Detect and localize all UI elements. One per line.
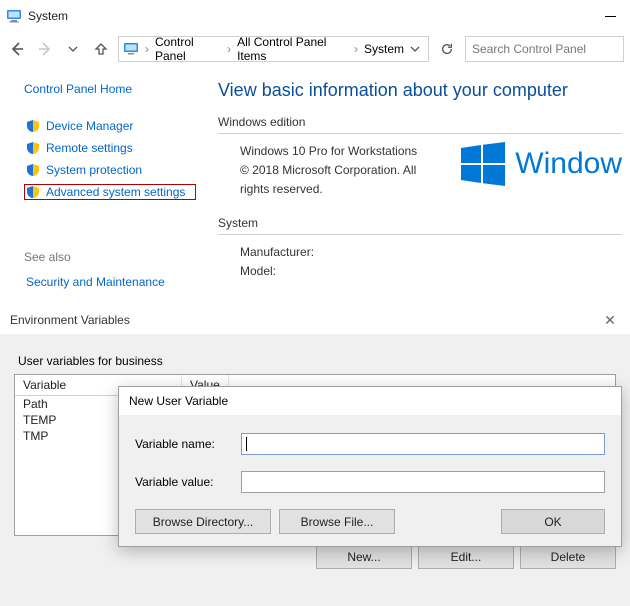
- navigation-bar: › Control Panel › All Control Panel Item…: [0, 32, 630, 66]
- nav-back-button[interactable]: [6, 38, 28, 60]
- refresh-button[interactable]: [435, 37, 459, 61]
- sidebar-item-label: Device Manager: [46, 119, 133, 133]
- chevron-right-icon: ›: [223, 42, 235, 56]
- variable-name-label: Variable name:: [135, 437, 231, 451]
- sidebar-item-label: Remote settings: [46, 141, 133, 155]
- system-icon: [6, 8, 22, 24]
- breadcrumb-dropdown[interactable]: [406, 44, 424, 54]
- ok-button[interactable]: OK: [501, 509, 605, 534]
- new-button[interactable]: New...: [316, 544, 412, 569]
- sidebar-item-label: Advanced system settings: [46, 185, 185, 199]
- shield-icon: [26, 185, 40, 199]
- sidebar-item-security-maintenance[interactable]: Security and Maintenance: [24, 274, 196, 290]
- breadcrumb-item[interactable]: Control Panel: [155, 36, 221, 62]
- shield-icon: [26, 141, 40, 155]
- browse-file-button[interactable]: Browse File...: [279, 509, 395, 534]
- sidebar-item-label: System protection: [46, 163, 142, 177]
- new-user-variable-dialog: New User Variable Variable name: Variabl…: [118, 386, 622, 547]
- shield-icon: [26, 163, 40, 177]
- window-title: System: [28, 9, 68, 23]
- browse-directory-button[interactable]: Browse Directory...: [135, 509, 271, 534]
- env-dialog-title: Environment Variables: [10, 313, 130, 327]
- chevron-right-icon: ›: [141, 42, 153, 56]
- dialog-title: New User Variable: [119, 387, 621, 415]
- user-variables-heading: User variables for business: [18, 354, 616, 368]
- control-panel-home-link[interactable]: Control Panel Home: [24, 82, 196, 96]
- sidebar-item-device-manager[interactable]: Device Manager: [24, 118, 196, 134]
- edit-button[interactable]: Edit...: [418, 544, 514, 569]
- address-breadcrumb[interactable]: › Control Panel › All Control Panel Item…: [118, 36, 429, 62]
- nav-forward-button[interactable]: [34, 38, 56, 60]
- system-heading: System: [218, 216, 622, 230]
- windows-copyright: © 2018 Microsoft Corporation. All rights…: [240, 161, 430, 199]
- env-dialog-body: User variables for business Variable Val…: [0, 334, 630, 606]
- chevron-right-icon: ›: [350, 42, 362, 56]
- search-input[interactable]: Search Control Panel: [465, 36, 624, 62]
- sidebar-item-advanced-system-settings[interactable]: Advanced system settings: [24, 184, 196, 200]
- variable-value-input[interactable]: [241, 471, 605, 493]
- windows-edition-heading: Windows edition: [218, 115, 622, 129]
- sidebar-item-system-protection[interactable]: System protection: [24, 162, 196, 178]
- windows-edition-value: Windows 10 Pro for Workstations: [240, 142, 430, 161]
- variable-name-input[interactable]: [241, 433, 605, 455]
- minimize-button[interactable]: [596, 6, 624, 26]
- close-button[interactable]: ✕: [600, 312, 620, 329]
- window-titlebar: System: [0, 0, 630, 32]
- page-heading: View basic information about your comput…: [218, 80, 622, 101]
- shield-icon: [26, 119, 40, 133]
- windows-logo: Window: [461, 142, 622, 186]
- system-icon: [123, 41, 139, 57]
- delete-button[interactable]: Delete: [520, 544, 616, 569]
- windows-brand-text: Window: [515, 147, 622, 181]
- see-also-heading: See also: [24, 250, 196, 264]
- breadcrumb-item[interactable]: All Control Panel Items: [237, 36, 348, 62]
- search-placeholder: Search Control Panel: [472, 42, 586, 56]
- manufacturer-label: Manufacturer:: [240, 243, 622, 262]
- sidebar-item-label: Security and Maintenance: [26, 275, 165, 289]
- nav-up-button[interactable]: [90, 38, 112, 60]
- model-label: Model:: [240, 262, 622, 281]
- nav-recent-dropdown[interactable]: [62, 38, 84, 60]
- sidebar-item-remote-settings[interactable]: Remote settings: [24, 140, 196, 156]
- content-pane: View basic information about your comput…: [200, 66, 630, 306]
- variable-value-label: Variable value:: [135, 475, 231, 489]
- env-dialog-titlebar: Environment Variables ✕: [0, 306, 630, 334]
- breadcrumb-item[interactable]: System: [364, 42, 404, 56]
- sidebar: Control Panel Home Device Manager Remote…: [0, 66, 200, 306]
